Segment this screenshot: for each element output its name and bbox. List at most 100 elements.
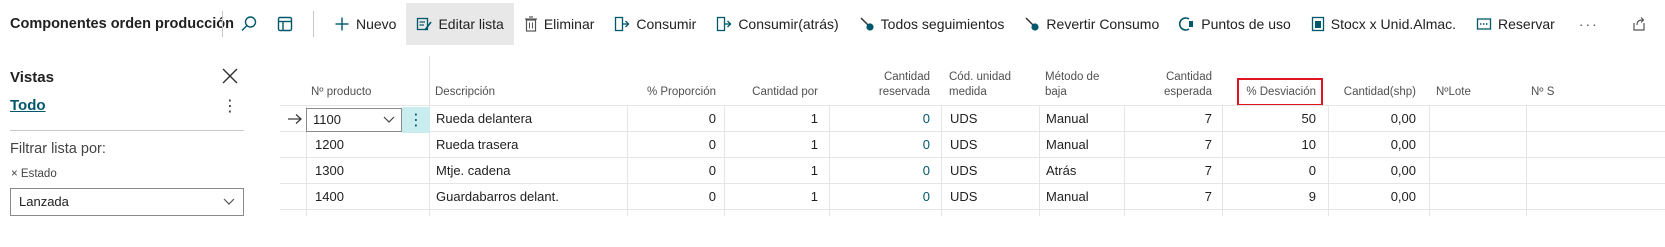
unit-code-cell[interactable]: UDS (950, 184, 977, 210)
deviation-cell[interactable]: 10 (1240, 132, 1316, 158)
chevron-down-icon[interactable] (383, 116, 395, 124)
reserve-icon (1476, 17, 1492, 31)
flushing-method-cell[interactable]: Atrás (1046, 158, 1076, 184)
product-no-input-value: 1100 (313, 112, 341, 127)
new-button-label: Nuevo (356, 16, 397, 32)
reserved-qty-cell[interactable]: 0 (852, 106, 930, 132)
consume-back-button[interactable]: Consumir(atrás) (706, 3, 848, 45)
flushing-method-cell[interactable]: Manual (1046, 106, 1089, 132)
quantity-per-cell[interactable]: 1 (734, 106, 818, 132)
table-row[interactable]: 1100 Rueda delantera 0 1 0 UDS Manual 7 … (280, 106, 1665, 132)
search-icon (241, 16, 257, 31)
share-icon (1633, 17, 1645, 31)
deviation-cell[interactable]: 0 (1240, 158, 1316, 184)
flushing-method-cell[interactable]: Manual (1046, 184, 1089, 210)
estado-filter-select[interactable]: Lanzada (10, 188, 244, 216)
description-cell[interactable]: Rueda delantera (436, 106, 532, 132)
estado-filter-value: Lanzada (19, 194, 69, 209)
col-header-flushing-method[interactable]: Método de baja (1045, 64, 1123, 104)
remove-filter-icon[interactable]: × (11, 168, 18, 180)
quantity-shp-cell[interactable]: 0,00 (1334, 106, 1416, 132)
product-no-cell[interactable]: 1200 (315, 132, 344, 158)
reserve-button[interactable]: Reservar (1466, 3, 1565, 45)
reserved-qty-cell[interactable]: 0 (852, 132, 930, 158)
plus-icon (334, 16, 350, 32)
col-header-quantity-per[interactable]: Cantidad por (734, 64, 818, 104)
unit-code-cell[interactable]: UDS (950, 132, 977, 158)
action-bar: Componentes orden producción Nuevo Edita… (0, 0, 1665, 48)
revert-icon (1024, 16, 1040, 32)
proportion-cell[interactable]: 0 (630, 158, 716, 184)
row-selected-arrow-icon (288, 114, 302, 124)
unit-code-cell[interactable]: UDS (950, 106, 977, 132)
col-header-expected-qty[interactable]: Cantidad esperada (1140, 64, 1212, 104)
toolbar-divider (222, 11, 223, 37)
proportion-cell[interactable]: 0 (630, 132, 716, 158)
tracking-icon (859, 16, 875, 32)
all-tracking-button[interactable]: Todos seguimientos (849, 3, 1015, 45)
quantity-shp-cell[interactable]: 0,00 (1334, 184, 1416, 210)
col-header-proportion[interactable]: % Proporción (630, 64, 716, 104)
proportion-cell[interactable]: 0 (630, 106, 716, 132)
description-cell[interactable]: Guardabarros delant. (436, 184, 559, 210)
usage-points-icon (1179, 16, 1195, 32)
delete-button[interactable]: Eliminar (514, 3, 605, 45)
description-cell[interactable]: Mtje. cadena (436, 158, 510, 184)
stock-icon (1311, 16, 1325, 32)
description-cell[interactable]: Rueda trasera (436, 132, 518, 158)
table-row[interactable]: 1300 Mtje. cadena 0 1 0 UDS Atrás 7 0 0,… (280, 158, 1665, 184)
filter-pane-button[interactable] (267, 6, 303, 42)
quantity-shp-cell[interactable]: 0,00 (1334, 132, 1416, 158)
col-header-reserved-qty[interactable]: Cantidad reservada (852, 64, 930, 104)
table-row[interactable]: 1200 Rueda trasera 0 1 0 UDS Manual 7 10… (280, 132, 1665, 158)
view-todo-link[interactable]: Todo (10, 97, 46, 114)
more-actions-button[interactable]: ··· (1565, 16, 1613, 32)
deviation-cell[interactable]: 50 (1240, 106, 1316, 132)
consume-label: Consumir (636, 16, 697, 32)
unit-code-cell[interactable]: UDS (950, 158, 977, 184)
quantity-per-cell[interactable]: 1 (734, 158, 818, 184)
quantity-shp-cell[interactable]: 0,00 (1334, 158, 1416, 184)
stock-button[interactable]: Stocx x Unid.Almac. (1301, 3, 1466, 45)
consume-back-label: Consumir(atrás) (738, 16, 839, 32)
col-header-description[interactable]: Descripción (435, 64, 615, 104)
filter-pane-icon (277, 16, 293, 32)
row-actions-button[interactable]: ⋮ (402, 107, 430, 133)
filter-list-label: Filtrar lista por: (10, 141, 106, 157)
reserved-qty-cell[interactable]: 0 (852, 158, 930, 184)
col-header-quantity-shp[interactable]: Cantidad(shp) (1334, 64, 1416, 104)
filter-pane: Vistas Todo ⋮ Filtrar lista por: × Estad… (0, 56, 260, 247)
new-button[interactable]: Nuevo (324, 3, 406, 45)
revert-consumption-label: Revertir Consumo (1046, 16, 1160, 32)
usage-points-button[interactable]: Puntos de uso (1169, 3, 1301, 45)
reserved-qty-cell[interactable]: 0 (852, 184, 930, 210)
view-options-icon[interactable]: ⋮ (222, 96, 238, 116)
col-header-product-no[interactable]: Nº producto (311, 64, 423, 104)
quantity-per-cell[interactable]: 1 (734, 184, 818, 210)
expected-qty-cell[interactable]: 7 (1140, 106, 1212, 132)
quantity-per-cell[interactable]: 1 (734, 132, 818, 158)
share-button[interactable] (1621, 16, 1657, 32)
proportion-cell[interactable]: 0 (630, 184, 716, 210)
col-header-lot-no[interactable]: NºLote (1436, 64, 1516, 104)
expected-qty-cell[interactable]: 7 (1140, 184, 1212, 210)
product-no-cell[interactable]: 1300 (315, 158, 344, 184)
consume-button[interactable]: Consumir (604, 3, 706, 45)
search-button[interactable] (231, 6, 267, 42)
pane-divider (10, 130, 244, 131)
col-header-unit-code[interactable]: Cód. unidad medida (949, 64, 1029, 104)
highlight-box-deviation (1237, 78, 1323, 106)
revert-consumption-button[interactable]: Revertir Consumo (1014, 3, 1169, 45)
expected-qty-cell[interactable]: 7 (1140, 132, 1212, 158)
flushing-method-cell[interactable]: Manual (1046, 132, 1089, 158)
expected-qty-cell[interactable]: 7 (1140, 158, 1212, 184)
col-header-serial-no[interactable]: Nº S (1531, 64, 1665, 104)
deviation-cell[interactable]: 9 (1240, 184, 1316, 210)
product-no-cell[interactable]: 1400 (315, 184, 344, 210)
table-row[interactable]: 1400 Guardabarros delant. 0 1 0 UDS Manu… (280, 184, 1665, 210)
close-icon[interactable] (220, 66, 240, 86)
toolbar-divider (313, 11, 314, 37)
edit-list-button[interactable]: Editar lista (406, 3, 514, 45)
product-no-input[interactable]: 1100 (306, 108, 402, 132)
filter-chip-estado[interactable]: × Estado (11, 168, 57, 180)
